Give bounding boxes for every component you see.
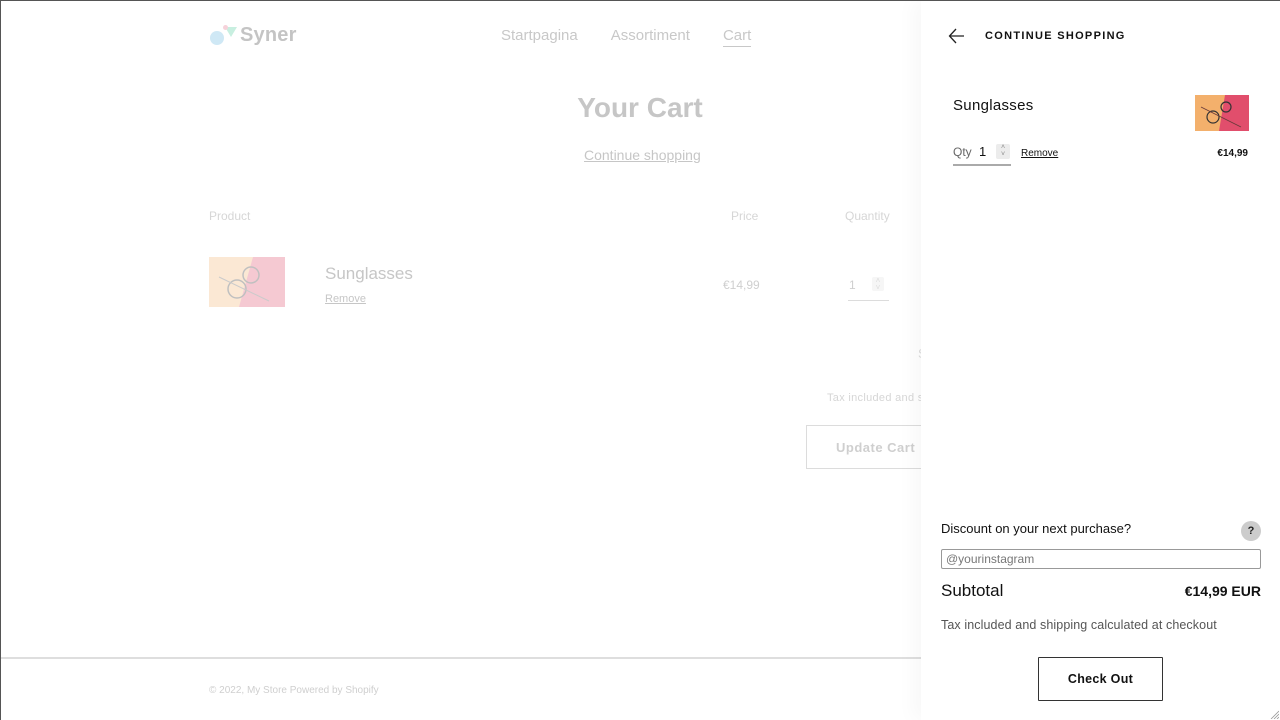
nav-assortiment[interactable]: Assortiment (611, 27, 690, 47)
nav-cart[interactable]: Cart (722, 27, 752, 47)
instagram-handle-input[interactable] (941, 549, 1261, 569)
drawer-item-price: €14,99 (1217, 148, 1248, 159)
subtotal-value: €14,99 EUR (1184, 583, 1261, 599)
continue-shopping-button[interactable]: CONTINUE SHOPPING (948, 27, 1126, 45)
footer-divider (0, 657, 930, 659)
column-header-price: Price (731, 209, 759, 223)
resize-grip-icon[interactable] (1269, 709, 1279, 719)
drawer-qty-label: Qty (953, 145, 972, 159)
discount-label: Discount on your next purchase? (941, 521, 1132, 536)
drawer-quantity-input[interactable]: Qty 1 ˄ ˅ (953, 142, 1011, 166)
store-logo[interactable]: Syner (210, 24, 297, 47)
quantity-stepper-icon[interactable]: ˄ ˅ (872, 277, 884, 292)
product-name[interactable]: Sunglasses (325, 264, 413, 284)
cart-drawer: CONTINUE SHOPPING Sunglasses Qty 1 ˄ ˅ Re… (921, 0, 1280, 720)
drawer-remove-link[interactable]: Remove (1021, 148, 1058, 159)
nav-startpagina[interactable]: Startpagina (501, 27, 578, 47)
column-header-quantity: Quantity (845, 209, 890, 223)
help-icon[interactable]: ? (1241, 521, 1261, 541)
drawer-qty-value: 1 (979, 144, 987, 159)
continue-shopping-label: CONTINUE SHOPPING (985, 30, 1126, 42)
drawer-item-name[interactable]: Sunglasses (953, 97, 1034, 114)
quantity-value: 1 (849, 278, 856, 292)
product-price: €14,99 (723, 278, 760, 292)
main-nav: Startpagina Assortiment Cart (501, 27, 752, 47)
drawer-item-thumbnail[interactable] (1195, 95, 1249, 131)
checkout-button[interactable]: Check Out (1038, 657, 1163, 701)
arrow-left-icon (948, 28, 964, 44)
logo-mark-icon (210, 24, 237, 47)
quantity-input[interactable]: 1 ˄ ˅ (848, 274, 889, 301)
footer-copyright: © 2022, My Store Powered by Shopify (209, 685, 379, 696)
tax-note: Tax included and shipping calculated at … (941, 618, 1217, 632)
product-thumbnail[interactable] (209, 257, 285, 307)
continue-shopping-link[interactable]: Continue shopping (584, 147, 701, 163)
tax-note-fragment: Tax included and s (827, 392, 924, 404)
column-header-product: Product (209, 209, 251, 223)
logo-text: Syner (240, 24, 297, 46)
subtotal-label: Subtotal (941, 581, 1004, 600)
product-remove-link[interactable]: Remove (325, 293, 366, 305)
quantity-stepper-icon[interactable]: ˄ ˅ (996, 144, 1010, 159)
